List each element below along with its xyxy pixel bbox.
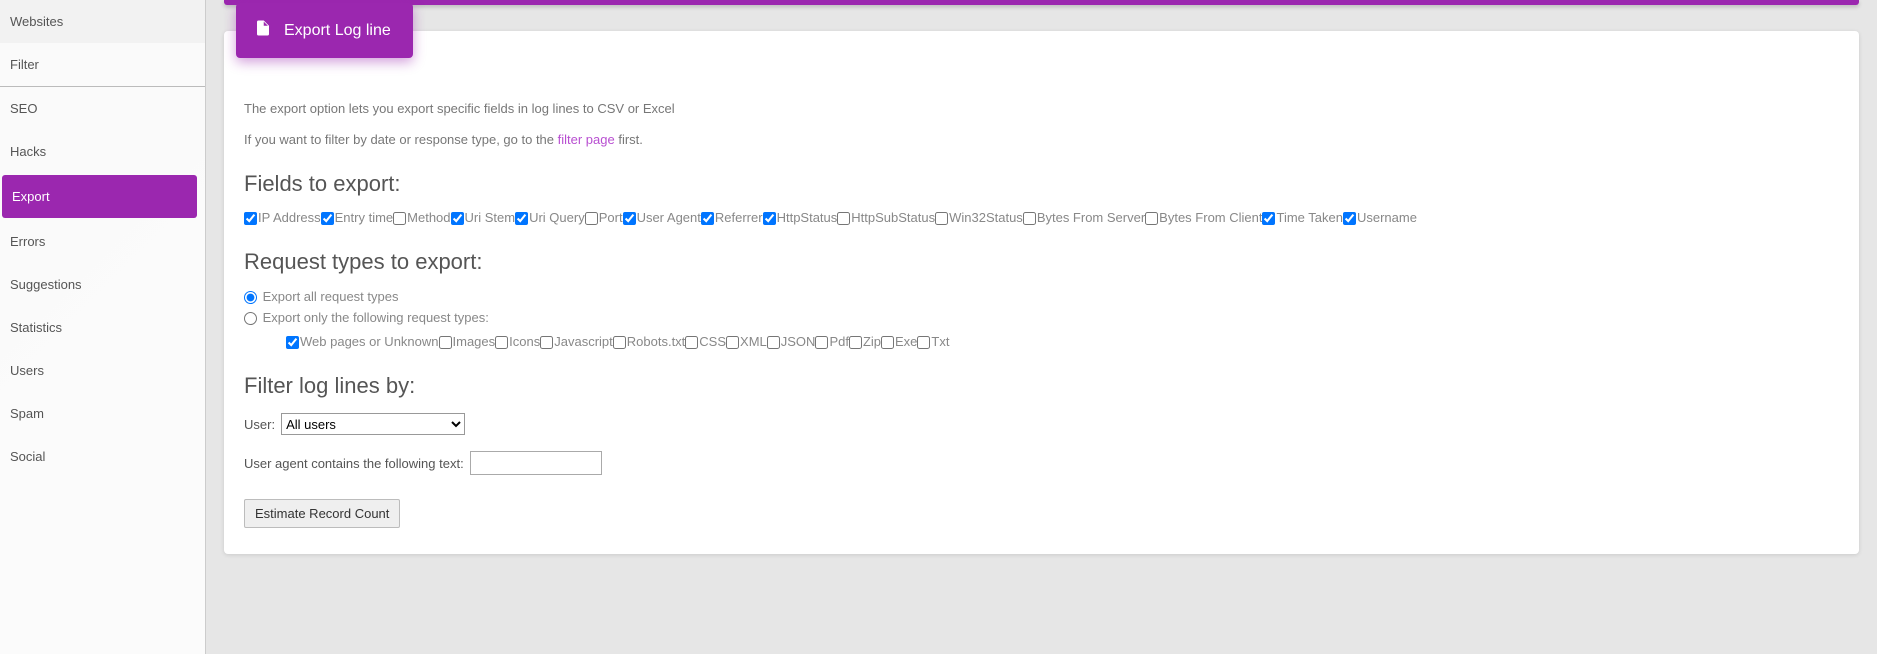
- field-checkbox[interactable]: [1343, 212, 1356, 225]
- intro-text: The export option lets you export specif…: [244, 101, 1839, 147]
- reqtype-checkbox[interactable]: [495, 336, 508, 349]
- field-httpsubstatus[interactable]: HttpSubStatus: [837, 211, 935, 225]
- field-referrer[interactable]: Referrer: [701, 211, 763, 225]
- reqtype-images[interactable]: Images: [439, 335, 496, 349]
- field-checkbox[interactable]: [1023, 212, 1036, 225]
- intro-line1: The export option lets you export specif…: [244, 101, 1839, 116]
- field-checkbox[interactable]: [393, 212, 406, 225]
- field-checkbox[interactable]: [763, 212, 776, 225]
- estimate-button[interactable]: Estimate Record Count: [244, 499, 400, 528]
- reqtype-javascript[interactable]: Javascript: [540, 335, 613, 349]
- field-bytes-from-server[interactable]: Bytes From Server: [1023, 211, 1145, 225]
- field-port[interactable]: Port: [585, 211, 623, 225]
- field-checkbox[interactable]: [585, 212, 598, 225]
- radio-export-only-label[interactable]: Export only the following request types:: [263, 310, 489, 325]
- reqtype-robots.txt[interactable]: Robots.txt: [613, 335, 686, 349]
- radio-all-row: Export all request types: [244, 289, 1839, 304]
- reqtype-checkbox[interactable]: [286, 336, 299, 349]
- field-ip-address[interactable]: IP Address: [244, 211, 321, 225]
- sidebar-item-filter[interactable]: Filter: [0, 43, 205, 86]
- field-win32status[interactable]: Win32Status: [935, 211, 1023, 225]
- reqtype-icons[interactable]: Icons: [495, 335, 540, 349]
- sidebar-item-spam[interactable]: Spam: [0, 392, 205, 435]
- reqtype-json[interactable]: JSON: [767, 335, 816, 349]
- card-header: Export Log line: [236, 3, 413, 58]
- reqtype-txt[interactable]: Txt: [917, 335, 949, 349]
- intro-line2: If you want to filter by date or respons…: [244, 132, 1839, 147]
- fields-checkboxes: IP AddressEntry timeMethodUri StemUri Qu…: [244, 211, 1839, 225]
- reqtype-checkbox[interactable]: [881, 336, 894, 349]
- field-uri-stem[interactable]: Uri Stem: [451, 211, 516, 225]
- radio-export-all-label[interactable]: Export all request types: [263, 289, 399, 304]
- reqtype-exe[interactable]: Exe: [881, 335, 917, 349]
- filter-page-link[interactable]: filter page: [558, 132, 615, 147]
- fields-heading: Fields to export:: [244, 171, 1839, 197]
- field-uri-query[interactable]: Uri Query: [515, 211, 585, 225]
- field-bytes-from-client[interactable]: Bytes From Client: [1145, 211, 1262, 225]
- user-select[interactable]: All users: [281, 413, 465, 435]
- field-checkbox[interactable]: [837, 212, 850, 225]
- sidebar-item-statistics[interactable]: Statistics: [0, 306, 205, 349]
- reqtype-checkbox[interactable]: [613, 336, 626, 349]
- reqtype-xml[interactable]: XML: [726, 335, 767, 349]
- sidebar-item-errors[interactable]: Errors: [0, 220, 205, 263]
- reqtype-web-pages-or-unknown[interactable]: Web pages or Unknown: [286, 335, 439, 349]
- reqtype-checkbox[interactable]: [767, 336, 780, 349]
- radio-export-only[interactable]: [244, 312, 257, 325]
- file-icon: [254, 17, 272, 44]
- reqtype-css[interactable]: CSS: [685, 335, 726, 349]
- ua-label: User agent contains the following text:: [244, 456, 464, 471]
- sidebar-item-users[interactable]: Users: [0, 349, 205, 392]
- field-time-taken[interactable]: Time Taken: [1262, 211, 1342, 225]
- field-checkbox[interactable]: [515, 212, 528, 225]
- field-checkbox[interactable]: [451, 212, 464, 225]
- reqtype-checkbox[interactable]: [726, 336, 739, 349]
- reqtype-checkbox[interactable]: [815, 336, 828, 349]
- main-content: Export Log line The export option lets y…: [206, 0, 1877, 654]
- field-user-agent[interactable]: User Agent: [623, 211, 701, 225]
- field-username[interactable]: Username: [1343, 211, 1417, 225]
- field-checkbox[interactable]: [623, 212, 636, 225]
- sidebar: WebsitesFilterSEOHacksExportErrorsSugges…: [0, 0, 206, 654]
- reqtype-checkbox[interactable]: [849, 336, 862, 349]
- filter-heading: Filter log lines by:: [244, 373, 1839, 399]
- user-filter-row: User: All users: [244, 413, 1839, 435]
- sidebar-item-seo[interactable]: SEO: [0, 87, 205, 130]
- radio-only-row: Export only the following request types:: [244, 310, 1839, 325]
- reqtypes-heading: Request types to export:: [244, 249, 1839, 275]
- field-checkbox[interactable]: [935, 212, 948, 225]
- radio-export-all[interactable]: [244, 291, 257, 304]
- sidebar-item-suggestions[interactable]: Suggestions: [0, 263, 205, 306]
- reqtype-pdf[interactable]: Pdf: [815, 335, 849, 349]
- reqtype-checkbox[interactable]: [917, 336, 930, 349]
- reqtype-checkboxes: Web pages or UnknownImagesIconsJavascrip…: [286, 335, 1839, 349]
- sidebar-item-websites[interactable]: Websites: [0, 0, 205, 43]
- ua-filter-row: User agent contains the following text:: [244, 451, 1839, 475]
- card-title: Export Log line: [284, 22, 391, 40]
- field-checkbox[interactable]: [244, 212, 257, 225]
- field-httpstatus[interactable]: HttpStatus: [763, 211, 838, 225]
- ua-input[interactable]: [470, 451, 602, 475]
- reqtype-checkbox[interactable]: [685, 336, 698, 349]
- field-method[interactable]: Method: [393, 211, 450, 225]
- sidebar-item-hacks[interactable]: Hacks: [0, 130, 205, 173]
- sidebar-item-export[interactable]: Export: [2, 175, 197, 218]
- top-banner: [224, 0, 1859, 5]
- field-checkbox[interactable]: [1145, 212, 1158, 225]
- reqtype-zip[interactable]: Zip: [849, 335, 881, 349]
- field-checkbox[interactable]: [1262, 212, 1275, 225]
- reqtype-checkbox[interactable]: [439, 336, 452, 349]
- field-checkbox[interactable]: [321, 212, 334, 225]
- reqtype-checkbox[interactable]: [540, 336, 553, 349]
- field-entry-time[interactable]: Entry time: [321, 211, 394, 225]
- export-card: Export Log line The export option lets y…: [224, 31, 1859, 554]
- field-checkbox[interactable]: [701, 212, 714, 225]
- user-label: User:: [244, 417, 275, 432]
- sidebar-item-social[interactable]: Social: [0, 435, 205, 478]
